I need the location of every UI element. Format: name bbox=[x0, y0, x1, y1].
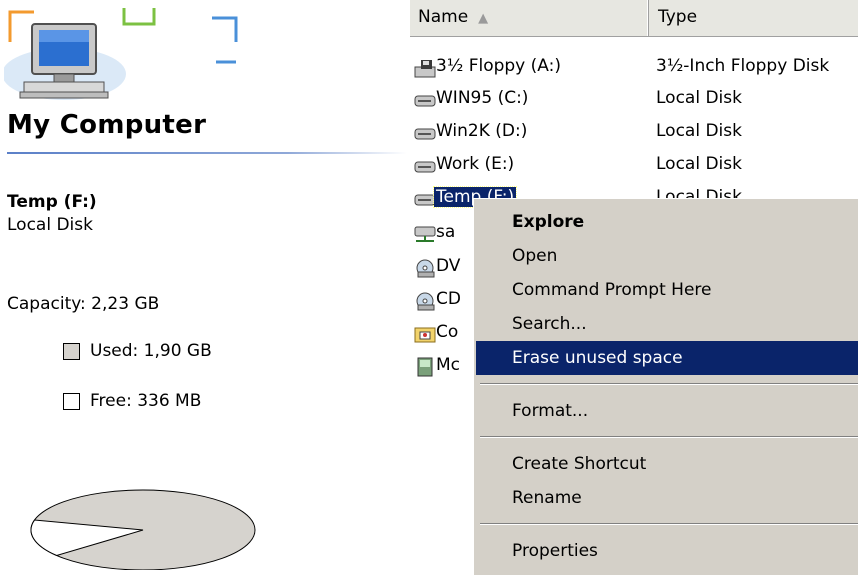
cd-drive-icon bbox=[416, 259, 435, 278]
free-space-legend: Free: 336 MB bbox=[63, 390, 201, 412]
menu-item-search[interactable]: Search... bbox=[476, 307, 858, 341]
menu-item-properties[interactable]: Properties bbox=[476, 534, 858, 568]
used-space-legend: Used: 1,90 GB bbox=[63, 340, 212, 362]
details-pane: My Computer Temp (F:) Local Disk Capacit… bbox=[0, 0, 410, 570]
hard-disk-icon bbox=[414, 128, 436, 140]
column-header-name[interactable]: Name ▲ bbox=[410, 0, 649, 36]
floppy-drive-icon bbox=[414, 60, 436, 78]
free-space-label: Free: 336 MB bbox=[90, 391, 202, 411]
hard-disk-icon bbox=[414, 161, 436, 173]
list-item[interactable]: Win2K (D:) Local Disk bbox=[410, 117, 858, 147]
free-color-swatch bbox=[63, 392, 80, 410]
selected-drive-name: Temp (F:) bbox=[7, 192, 97, 212]
menu-item-command-prompt-here[interactable]: Command Prompt Here bbox=[476, 273, 858, 307]
title-divider bbox=[7, 152, 407, 154]
context-menu: Explore Open Command Prompt Here Search.… bbox=[473, 198, 858, 575]
list-item[interactable]: Work (E:) Local Disk bbox=[410, 150, 858, 180]
menu-separator bbox=[480, 436, 858, 438]
selected-drive-type: Local Disk bbox=[7, 215, 93, 235]
menu-item-explore[interactable]: Explore bbox=[476, 205, 858, 239]
used-color-swatch bbox=[63, 342, 80, 360]
menu-separator bbox=[480, 523, 858, 525]
menu-separator bbox=[480, 383, 858, 385]
list-item[interactable]: 3½ Floppy (A:) 3½-Inch Floppy Disk bbox=[410, 52, 858, 82]
pane-title: My Computer bbox=[7, 110, 207, 140]
menu-item-erase-unused-space[interactable]: Erase unused space bbox=[476, 341, 858, 375]
hard-disk-icon bbox=[414, 194, 436, 206]
list-item[interactable]: WIN95 (C:) Local Disk bbox=[410, 84, 858, 114]
hard-disk-icon bbox=[414, 95, 436, 107]
column-header-type[interactable]: Type bbox=[650, 0, 697, 36]
cd-drive-icon bbox=[416, 292, 435, 311]
drive-capacity: Capacity: 2,23 GB bbox=[7, 294, 160, 314]
menu-item-create-shortcut[interactable]: Create Shortcut bbox=[476, 447, 858, 481]
mobile-device-icon bbox=[417, 357, 433, 377]
my-computer-logo-icon bbox=[4, 8, 238, 100]
sort-ascending-icon: ▲ bbox=[478, 11, 489, 26]
control-panel-folder-icon bbox=[414, 327, 436, 343]
used-space-label: Used: 1,90 GB bbox=[90, 341, 212, 361]
menu-item-open[interactable]: Open bbox=[476, 239, 858, 273]
menu-item-format[interactable]: Format... bbox=[476, 394, 858, 428]
list-header: Name ▲ Type bbox=[410, 0, 858, 37]
network-drive-icon bbox=[414, 226, 436, 242]
menu-item-rename[interactable]: Rename bbox=[476, 481, 858, 515]
disk-usage-pie-chart bbox=[30, 489, 256, 570]
